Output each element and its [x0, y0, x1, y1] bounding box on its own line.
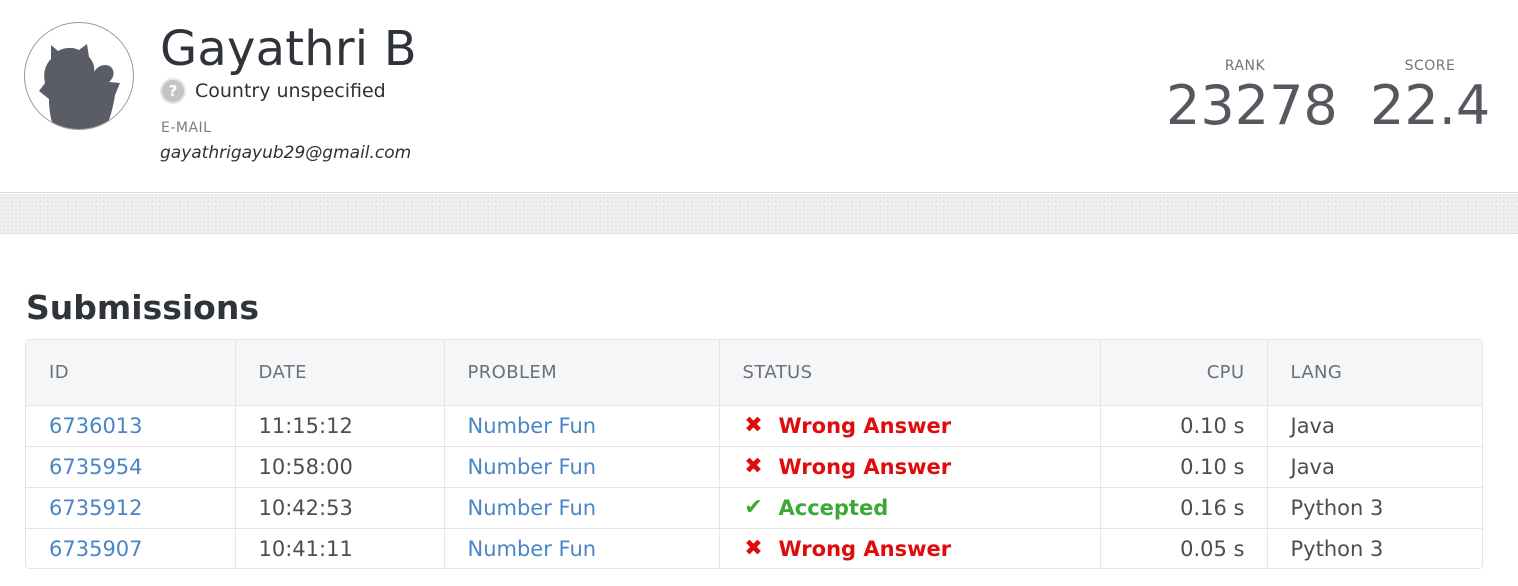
column-header-cpu[interactable]: CPU	[1100, 340, 1268, 406]
cell-cpu: 0.16 s	[1100, 487, 1268, 529]
problem-link[interactable]: Number Fun	[468, 455, 597, 479]
score-stat: SCORE 22.4	[1370, 58, 1490, 136]
texture-divider	[0, 194, 1518, 234]
problem-link[interactable]: Number Fun	[468, 414, 597, 438]
cell-lang: Python 3	[1267, 487, 1482, 529]
status-badge: ✖ Wrong Answer	[743, 413, 952, 438]
cell-problem: Number Fun	[444, 487, 720, 529]
status-text: Wrong Answer	[778, 536, 952, 561]
cell-date: 11:15:12	[235, 405, 445, 447]
question-mark-icon: ?	[160, 78, 186, 104]
rank-stat: RANK 23278	[1166, 58, 1338, 137]
email-value: gayathrigayub29@gmail.com	[160, 143, 412, 163]
table-header-row: ID DATE PROBLEM STATUS CPU LANG	[26, 340, 1482, 406]
cell-date: 10:41:11	[235, 528, 445, 568]
cell-id: 6735954	[26, 446, 236, 488]
cross-icon: ✖	[744, 454, 763, 479]
cell-lang: Java	[1267, 405, 1482, 447]
profile-header: Gayathri B ? Country unspecified E-MAIL …	[0, 0, 1518, 193]
column-header-lang[interactable]: LANG	[1267, 340, 1482, 406]
cell-id: 6736013	[26, 405, 236, 447]
table-row: 6736013 11:15:12 Number Fun ✖ Wrong Answ…	[26, 405, 1482, 447]
cell-problem: Number Fun	[444, 528, 720, 568]
cell-status: ✔ Accepted	[719, 487, 1101, 529]
cell-lang: Python 3	[1290, 536, 1384, 561]
rank-value: 23278	[1166, 74, 1338, 137]
cell-cpu: 0.05 s	[1100, 528, 1268, 568]
status-badge: ✔ Accepted	[743, 495, 889, 520]
cell-status: ✖ Wrong Answer	[719, 405, 1101, 447]
status-text: Wrong Answer	[778, 454, 952, 479]
submissions-title: Submissions	[26, 288, 259, 327]
cross-icon: ✖	[744, 536, 763, 562]
submissions-table: ID DATE PROBLEM STATUS CPU LANG 6736013 …	[25, 339, 1483, 569]
cell-lang: Java	[1267, 446, 1482, 488]
table-row: 6735954 10:58:00 Number Fun ✖ Wrong Answ…	[26, 446, 1482, 488]
cell-status: ✖ Wrong Answer	[719, 528, 1101, 568]
score-value: 22.4	[1370, 74, 1491, 137]
status-badge: ✖ Wrong Answer	[743, 454, 952, 479]
check-icon: ✔	[744, 495, 763, 520]
country-text: Country unspecified	[195, 80, 386, 102]
email-label: E-MAIL	[161, 120, 212, 136]
cell-status: ✖ Wrong Answer	[719, 446, 1101, 488]
cell-cpu: 0.10 s	[1100, 446, 1268, 488]
cell-id: 6735907	[26, 528, 236, 568]
rank-label: RANK	[1224, 58, 1266, 74]
cat-silhouette-avatar-icon	[39, 44, 120, 129]
cell-id: 6735912	[26, 487, 236, 529]
problem-link[interactable]: Number Fun	[468, 537, 597, 561]
column-header-id[interactable]: ID	[26, 340, 236, 406]
submission-id-link[interactable]: 6735912	[49, 496, 143, 520]
column-header-status[interactable]: STATUS	[719, 340, 1101, 406]
column-header-problem[interactable]: PROBLEM	[444, 340, 720, 406]
table-row: 6735912 10:42:53 Number Fun ✔ Accepted 0…	[26, 487, 1482, 529]
cross-icon: ✖	[744, 413, 763, 438]
cell-problem: Number Fun	[444, 405, 720, 447]
problem-link[interactable]: Number Fun	[468, 496, 597, 520]
user-name: Gayathri B	[160, 21, 417, 77]
submission-id-link[interactable]: 6735907	[49, 537, 143, 561]
status-text: Wrong Answer	[778, 413, 952, 438]
submission-id-link[interactable]: 6736013	[49, 414, 143, 438]
table-row: 6735907 10:41:11 Number Fun ✖ Wrong Answ…	[26, 528, 1482, 568]
submission-id-link[interactable]: 6735954	[49, 455, 143, 479]
cell-date: 10:58:00	[235, 446, 445, 488]
cell-problem: Number Fun	[444, 446, 720, 488]
status-text: Accepted	[778, 495, 889, 520]
score-label: SCORE	[1404, 58, 1456, 74]
country-row: ? Country unspecified	[160, 78, 386, 104]
cell-date: 10:42:53	[235, 487, 445, 529]
column-header-date[interactable]: DATE	[235, 340, 445, 406]
avatar	[24, 22, 134, 130]
status-badge: ✖ Wrong Answer	[743, 536, 952, 562]
cell-cpu: 0.10 s	[1100, 405, 1268, 447]
